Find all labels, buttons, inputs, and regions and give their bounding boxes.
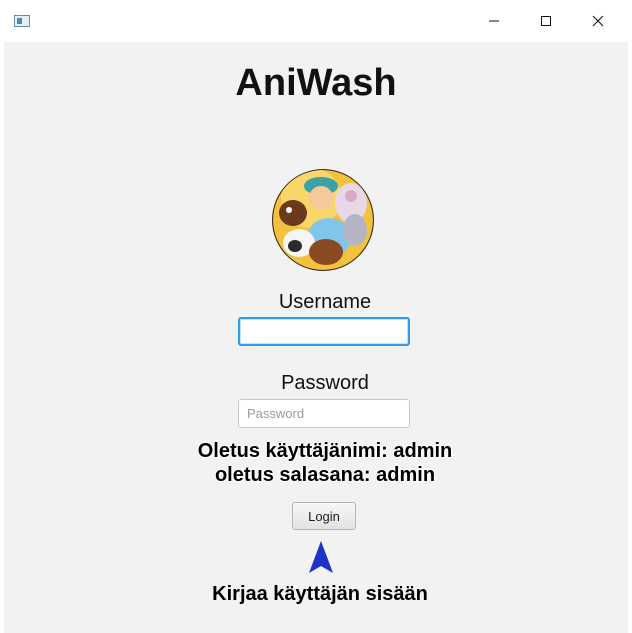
app-title: AniWash (235, 62, 397, 104)
maximize-button[interactable] (520, 0, 572, 42)
default-password-note: oletus salasana: admin (214, 464, 436, 486)
minimize-button[interactable] (468, 0, 520, 42)
default-username-note: Oletus käyttäjänimi: admin (197, 440, 453, 462)
password-label: Password (281, 372, 369, 394)
username-label: Username (278, 291, 372, 313)
window-titlebar (0, 0, 632, 42)
app-icon (14, 15, 30, 27)
close-button[interactable] (572, 0, 624, 42)
arrow-up-icon (309, 541, 333, 573)
login-caption: Kirjaa käyttäjän sisään (212, 583, 428, 605)
aniwash-logo-image (272, 169, 374, 271)
maximize-icon (541, 16, 551, 26)
username-input[interactable] (238, 317, 410, 346)
minimize-icon (489, 20, 499, 22)
close-icon (592, 15, 604, 27)
login-button[interactable]: Login (292, 502, 356, 530)
password-input[interactable] (238, 399, 410, 428)
